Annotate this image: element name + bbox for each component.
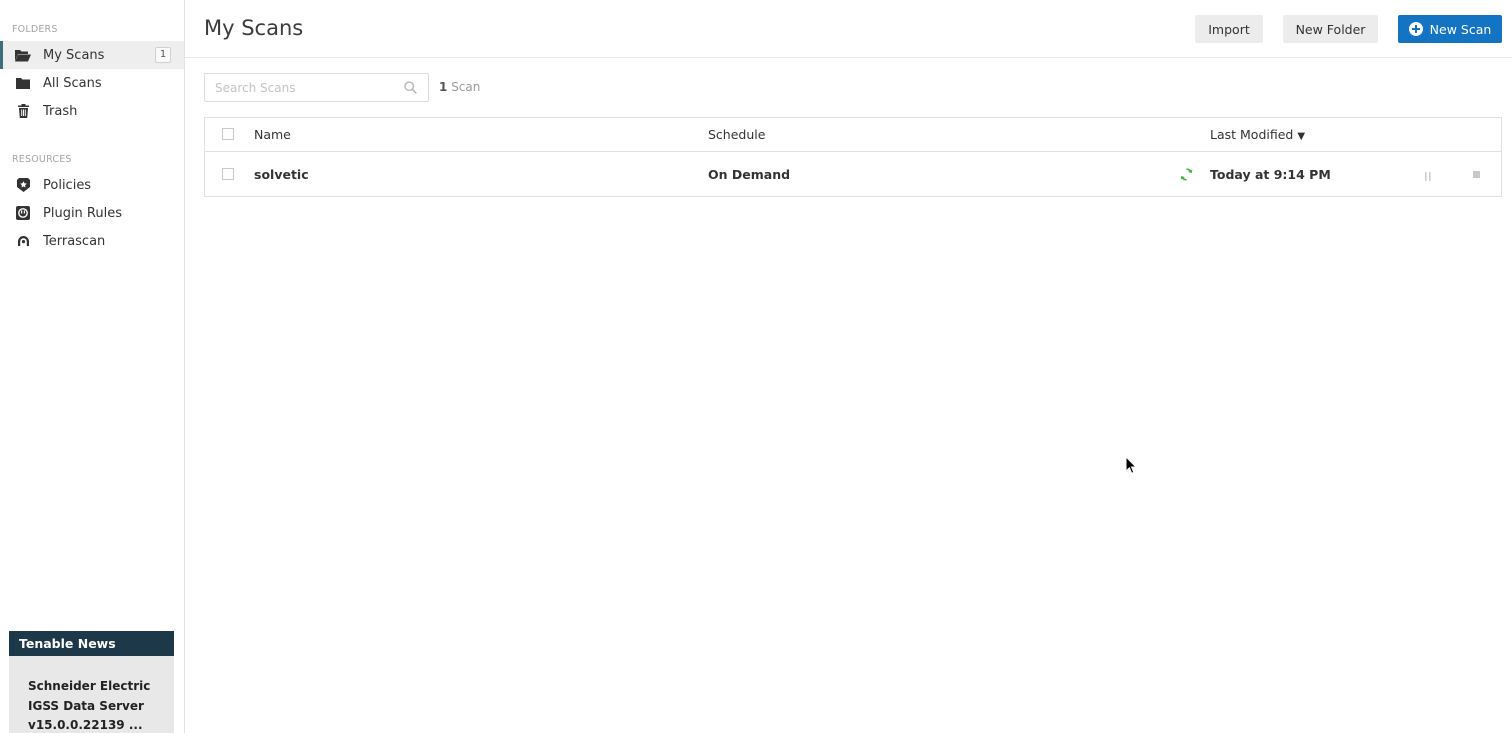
folder-open-icon xyxy=(15,47,31,63)
plugin-rules-icon xyxy=(15,205,31,221)
import-button[interactable]: Import xyxy=(1195,15,1263,43)
new-folder-button[interactable]: New Folder xyxy=(1283,15,1378,43)
sidebar-item-label: Trash xyxy=(43,103,78,119)
news-line: IGSS Data Server xyxy=(28,698,144,713)
column-header-last-modified[interactable]: Last Modified ▼ xyxy=(1210,127,1305,142)
sidebar: FOLDERS My Scans 1 All Scans Trash RESOU… xyxy=(0,0,185,733)
scan-count-number: 1 xyxy=(439,80,448,94)
sidebar-item-label: Plugin Rules xyxy=(43,205,122,221)
resources-section-title: RESOURCES xyxy=(12,154,72,165)
search-icon[interactable] xyxy=(404,81,417,98)
tenable-news-panel: Tenable News Schneider Electric IGSS Dat… xyxy=(9,631,174,733)
row-checkbox[interactable] xyxy=(222,168,234,180)
pause-icon[interactable] xyxy=(1425,170,1431,185)
new-scan-label: New Scan xyxy=(1429,21,1492,37)
refresh-icon xyxy=(1179,167,1194,186)
main-content: My Scans Import New Folder New Scan 1 Sc… xyxy=(185,0,1512,733)
sidebar-item-plugin-rules[interactable]: Plugin Rules xyxy=(0,199,184,227)
page-header: My Scans Import New Folder New Scan xyxy=(185,0,1512,58)
scan-name[interactable]: solvetic xyxy=(254,167,309,182)
search-box xyxy=(204,73,429,102)
table-header: Name Schedule Last Modified ▼ xyxy=(205,118,1501,152)
sidebar-item-label: All Scans xyxy=(43,75,102,91)
news-item[interactable]: Schneider Electric IGSS Data Server v15.… xyxy=(9,656,174,733)
sidebar-item-terrascan[interactable]: Terrascan xyxy=(0,227,184,255)
page-title: My Scans xyxy=(204,16,304,40)
select-all-checkbox[interactable] xyxy=(222,128,234,140)
sidebar-item-my-scans[interactable]: My Scans 1 xyxy=(0,41,184,69)
mouse-cursor-icon xyxy=(1125,455,1138,479)
scan-count-badge: 1 xyxy=(155,47,171,63)
scan-count-label: Scan xyxy=(451,80,481,94)
trash-icon xyxy=(15,103,31,119)
sidebar-item-policies[interactable]: Policies xyxy=(0,171,184,199)
scan-last-modified: Today at 9:14 PM xyxy=(1210,167,1331,182)
shield-icon xyxy=(15,177,31,193)
scan-schedule: On Demand xyxy=(708,167,791,182)
news-line: Schneider Electric xyxy=(28,679,151,693)
plus-circle-icon xyxy=(1408,22,1423,36)
folder-icon xyxy=(15,75,31,91)
last-modified-label: Last Modified xyxy=(1210,127,1294,142)
search-input[interactable] xyxy=(205,74,390,101)
terrascan-icon xyxy=(15,233,31,249)
sidebar-item-label: Policies xyxy=(43,177,92,193)
sidebar-item-all-scans[interactable]: All Scans xyxy=(0,69,184,97)
sidebar-item-trash[interactable]: Trash xyxy=(0,97,184,125)
sidebar-item-label: My Scans xyxy=(43,47,105,63)
news-title: Tenable News xyxy=(9,631,174,656)
stop-icon[interactable] xyxy=(1473,171,1480,178)
folders-section-title: FOLDERS xyxy=(12,24,58,35)
column-header-name[interactable]: Name xyxy=(254,127,291,142)
new-scan-button[interactable]: New Scan xyxy=(1398,15,1502,43)
sort-desc-icon: ▼ xyxy=(1297,131,1306,142)
news-line: v15.0.0.22139 ... xyxy=(28,718,143,732)
table-row[interactable]: solvetic On Demand Today at 9:14 PM xyxy=(205,153,1501,197)
scan-count: 1 Scan xyxy=(439,80,480,94)
scans-table: Name Schedule Last Modified ▼ solvetic On… xyxy=(204,117,1502,197)
column-header-schedule[interactable]: Schedule xyxy=(708,127,765,142)
sidebar-item-label: Terrascan xyxy=(43,233,106,249)
